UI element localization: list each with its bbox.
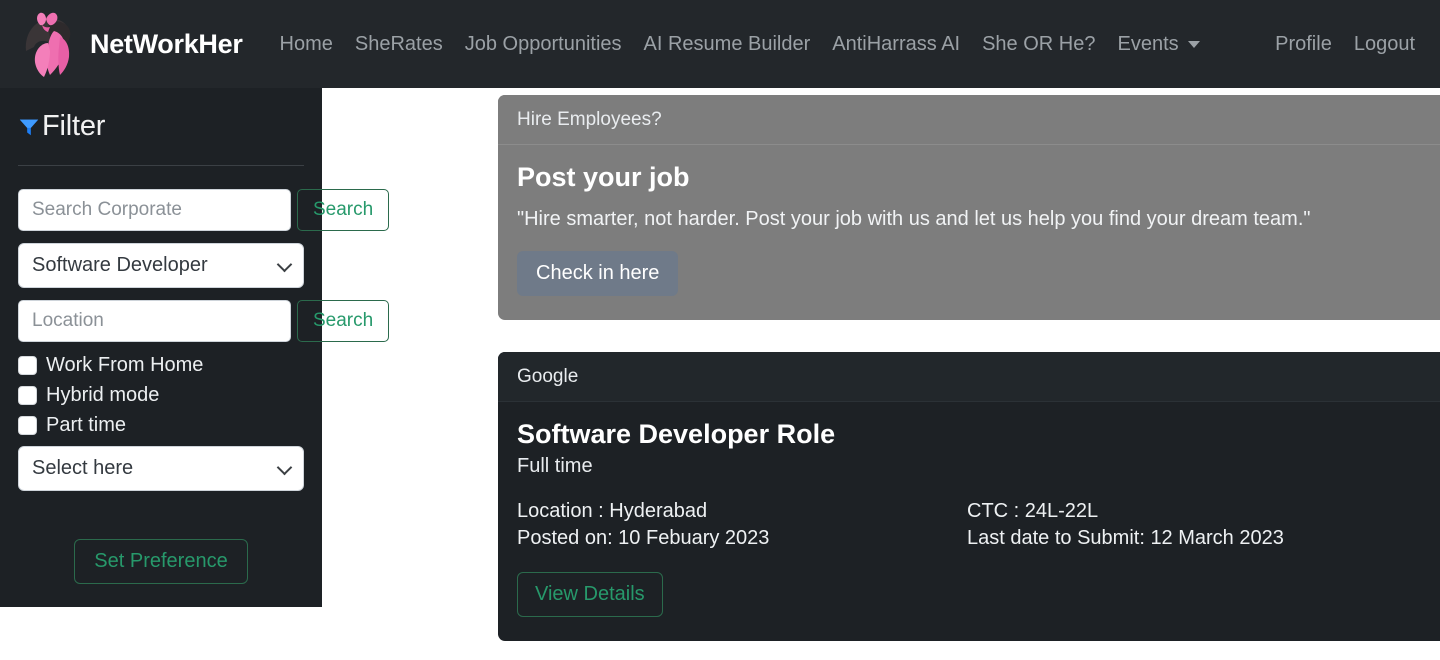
job-card-meta: Location : Hyderabad CTC : 24L-22L Poste… xyxy=(517,500,1421,550)
role-select-wrap: Software Developer xyxy=(18,243,304,288)
checkbox-row-part-time[interactable]: Part time xyxy=(18,414,304,437)
extra-select-wrap: Select here xyxy=(18,446,304,491)
checkbox-work-from-home[interactable] xyxy=(18,356,37,375)
nav-link-logout[interactable]: Logout xyxy=(1343,27,1426,62)
promo-card: Hire Employees? Post your job "Hire smar… xyxy=(498,95,1440,320)
job-card: Google Software Developer Role Full time… xyxy=(498,352,1440,641)
job-meta-ctc: CTC : 24L-22L xyxy=(967,500,1099,522)
checkbox-label-work-from-home: Work From Home xyxy=(46,354,204,376)
search-corporate-input[interactable] xyxy=(18,189,291,231)
corporate-search-row: Search xyxy=(18,189,390,231)
nav-link-job-opportunities[interactable]: Job Opportunities xyxy=(454,27,633,61)
chevron-down-icon xyxy=(1187,40,1200,48)
extra-select-value: Select here xyxy=(32,457,134,479)
extra-select[interactable]: Select here xyxy=(18,446,304,491)
role-select-value: Software Developer xyxy=(32,254,208,276)
nav-link-she-or-he[interactable]: She OR He? xyxy=(971,27,1106,61)
view-details-button[interactable]: View Details xyxy=(517,572,663,617)
checkbox-label-hybrid-mode: Hybrid mode xyxy=(46,384,160,406)
set-preference-button[interactable]: Set Preference xyxy=(74,539,248,584)
checkbox-hybrid-mode[interactable] xyxy=(18,386,37,405)
main-content: Hire Employees? Post your job "Hire smar… xyxy=(322,88,1440,660)
checkbox-row-hybrid-mode[interactable]: Hybrid mode xyxy=(18,384,304,407)
job-card-title: Software Developer Role xyxy=(517,419,836,449)
set-preference-wrap: Set Preference xyxy=(18,539,304,584)
job-card-employment-type: Full time xyxy=(517,455,593,477)
brand-logo[interactable]: NetWorkHer xyxy=(14,7,243,81)
promo-card-body: Post your job "Hire smarter, not harder.… xyxy=(498,145,1440,320)
nav-link-events[interactable]: Events xyxy=(1106,27,1210,62)
nav-link-home[interactable]: Home xyxy=(269,27,344,61)
checkbox-label-part-time: Part time xyxy=(46,414,127,436)
nav-link-antiharrass-ai[interactable]: AntiHarrass AI xyxy=(821,27,971,61)
location-search-row: Search xyxy=(18,300,390,342)
promo-card-text: "Hire smarter, not harder. Post your job… xyxy=(517,208,1311,230)
location-input[interactable] xyxy=(18,300,291,342)
funnel-icon xyxy=(18,116,40,138)
nav-link-sherates[interactable]: SheRates xyxy=(344,27,454,61)
filter-title: Filter xyxy=(42,110,106,142)
page-body: Filter Search Software Developer Search … xyxy=(0,88,1440,660)
job-meta-posted-on: Posted on: 10 Febuary 2023 xyxy=(517,527,770,549)
nav-link-ai-resume-builder[interactable]: AI Resume Builder xyxy=(633,27,822,61)
job-meta-location: Location : Hyderabad xyxy=(517,500,708,522)
checkbox-part-time[interactable] xyxy=(18,416,37,435)
filter-header: Filter xyxy=(18,110,304,143)
nav-link-events-label: Events xyxy=(1117,32,1179,55)
sidebar-divider xyxy=(18,165,304,166)
job-meta-last-date: Last date to Submit: 12 March 2023 xyxy=(967,527,1284,549)
top-navbar: NetWorkHer Home SheRates Job Opportuniti… xyxy=(0,0,1440,88)
job-card-company: Google xyxy=(498,352,1440,402)
nav-right-group: Profile Logout xyxy=(1264,27,1426,62)
promo-card-header: Hire Employees? xyxy=(498,95,1440,145)
nav-links: Home SheRates Job Opportunities AI Resum… xyxy=(269,27,1211,62)
brand-name: NetWorkHer xyxy=(90,28,243,59)
networkher-woman-butterfly-logo-icon xyxy=(14,7,88,81)
promo-card-title: Post your job xyxy=(517,162,690,192)
check-in-here-button[interactable]: Check in here xyxy=(517,251,679,296)
role-select[interactable]: Software Developer xyxy=(18,243,304,288)
nav-link-profile[interactable]: Profile xyxy=(1264,27,1343,62)
job-card-body: Software Developer Role Full time Locati… xyxy=(498,402,1440,641)
filter-sidebar: Filter Search Software Developer Search … xyxy=(0,88,390,607)
checkbox-row-work-from-home[interactable]: Work From Home xyxy=(18,354,304,377)
